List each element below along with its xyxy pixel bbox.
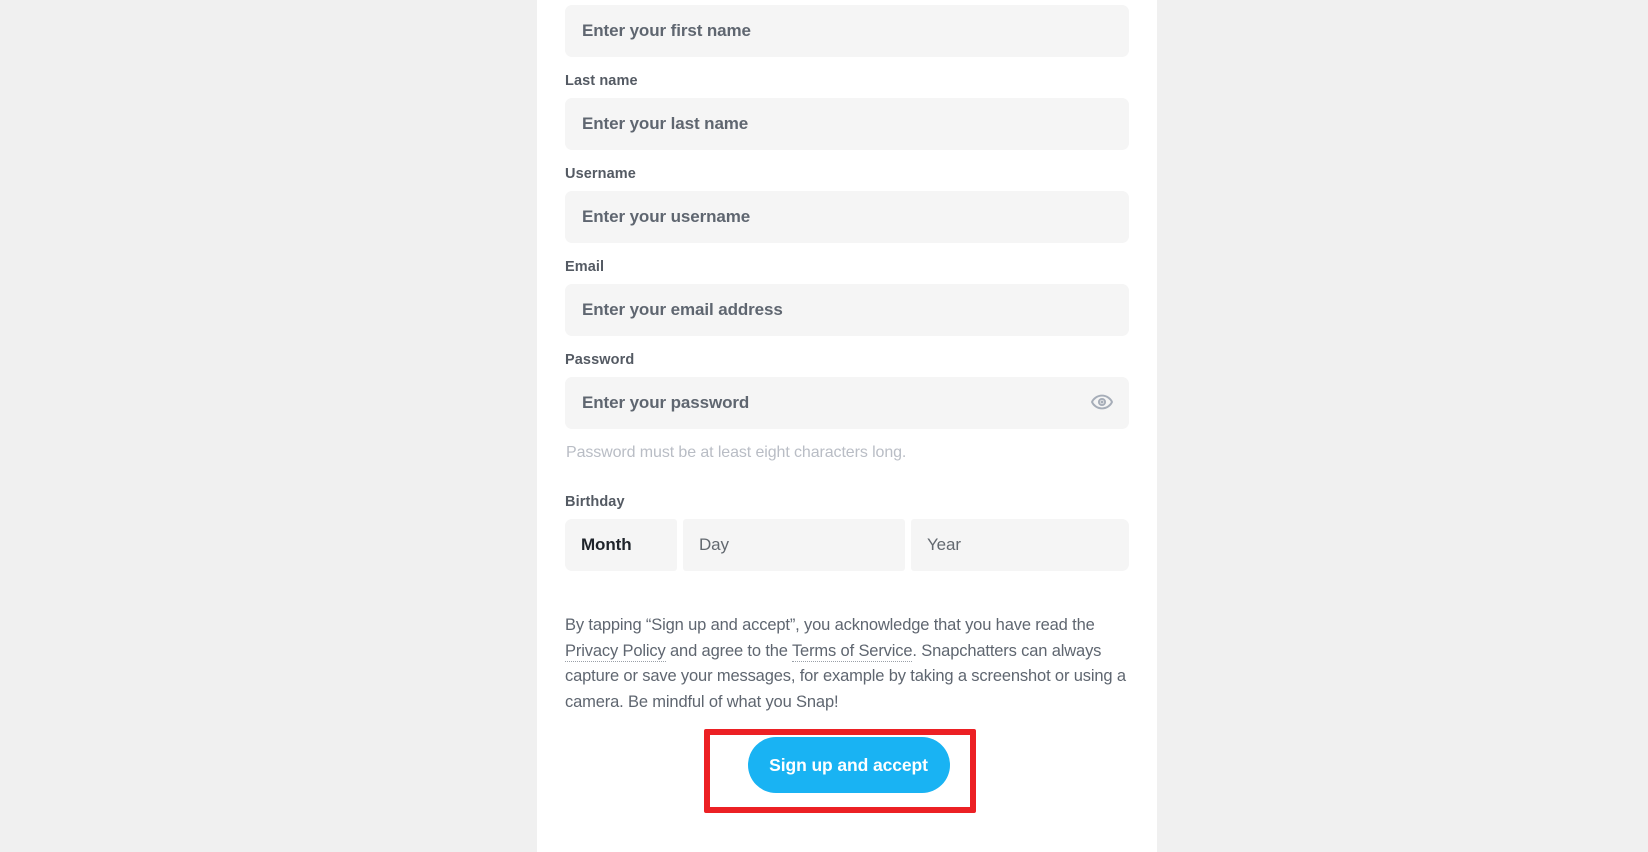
birthday-year-value: Year [927,535,961,554]
field-last-name: Last name Enter your last name [565,71,1129,150]
privacy-policy-link[interactable]: Privacy Policy [565,641,666,662]
birthday-month-select[interactable]: Month [565,519,677,571]
birthday-year-select[interactable]: Year [911,519,1129,571]
username-label: Username [565,166,636,182]
signup-form: First name Enter your first name Last na… [537,0,1157,813]
password-helper-text: Password must be at least eight characte… [566,444,907,461]
sign-up-and-accept-button[interactable]: Sign up and accept [747,737,950,793]
first-name-input[interactable]: Enter your first name [565,5,1129,57]
last-name-label: Last name [565,73,638,89]
birthday-label: Birthday [565,494,625,510]
username-placeholder: Enter your username [582,207,751,226]
last-name-placeholder: Enter your last name [582,114,749,133]
email-label: Email [565,259,605,275]
last-name-input[interactable]: Enter your last name [565,98,1129,150]
eye-icon [1090,394,1114,413]
birthday-day-select[interactable]: Day [683,519,905,571]
terms-of-service-link[interactable]: Terms of Service [791,641,913,662]
first-name-placeholder: Enter your first name [582,21,751,40]
password-placeholder: Enter your password [582,393,750,412]
submit-area: Sign up and accept [565,729,1129,813]
field-password: Password Enter your password Password mu… [565,350,1129,464]
birthday-row: Month Day Year [565,519,1129,571]
password-label: Password [565,352,635,368]
field-first-name: First name Enter your first name [565,0,1129,57]
password-input[interactable]: Enter your password [565,377,1129,429]
field-birthday: Birthday Month Day Year [565,492,1129,571]
username-input[interactable]: Enter your username [565,191,1129,243]
signup-page: First name Enter your first name Last na… [0,0,1648,852]
signup-card: First name Enter your first name Last na… [537,0,1157,852]
email-placeholder: Enter your email address [582,300,783,319]
field-email: Email Enter your email address [565,257,1129,336]
password-visibility-toggle[interactable] [1089,390,1115,416]
terms-part-2: and agree to the [665,641,792,660]
birthday-month-value: Month [581,535,632,554]
terms-text: By tapping “Sign up and accept”, you ack… [565,613,1131,715]
field-username: Username Enter your username [565,164,1129,243]
email-input[interactable]: Enter your email address [565,284,1129,336]
birthday-day-value: Day [699,535,729,554]
terms-part-1: By tapping “Sign up and accept”, you ack… [565,616,1095,634]
